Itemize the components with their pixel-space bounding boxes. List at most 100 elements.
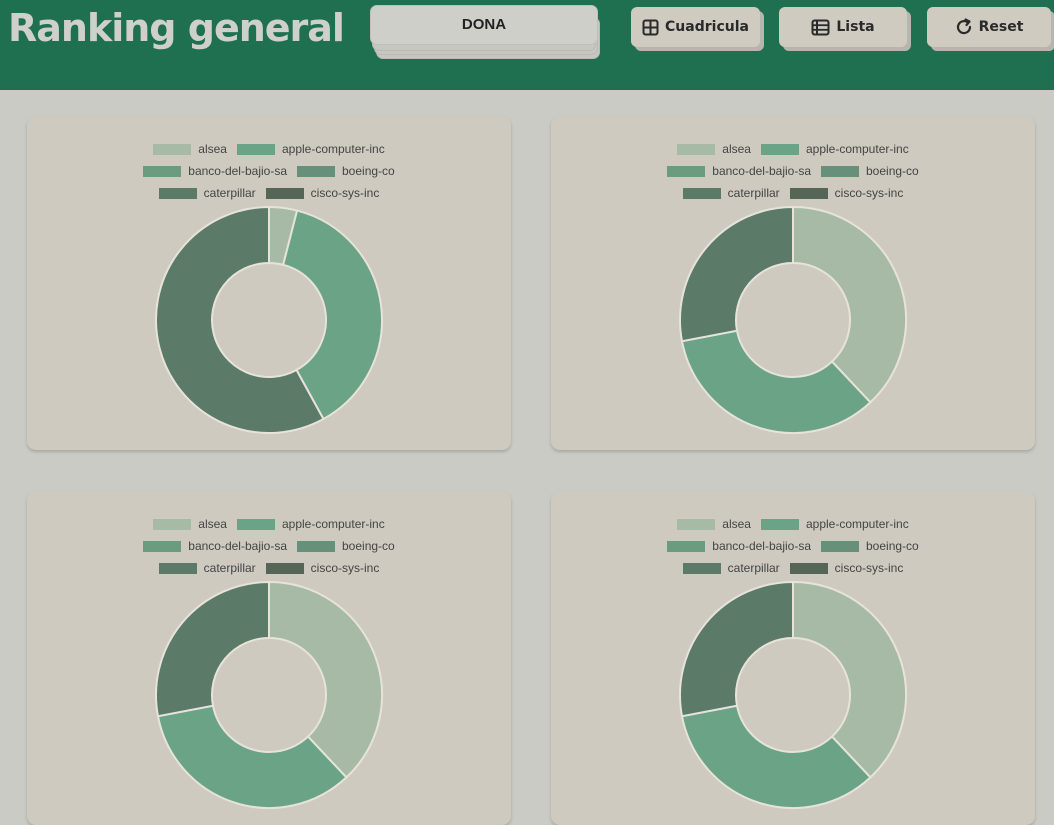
legend-swatch xyxy=(760,518,799,530)
legend-item[interactable]: apple-computer-inc xyxy=(236,517,385,531)
legend-swatch xyxy=(153,518,192,530)
donut-slice-alsea[interactable] xyxy=(268,580,383,779)
legend-item[interactable]: banco-del-bajio-sa xyxy=(143,164,287,178)
legend-label: banco-del-bajio-sa xyxy=(712,539,811,553)
legend-label: banco-del-bajio-sa xyxy=(712,164,811,178)
legend-label: caterpillar xyxy=(203,186,256,200)
donut-slice-apple-computer-inc[interactable] xyxy=(156,704,348,809)
donut-chart xyxy=(155,205,383,434)
donut-chart xyxy=(679,205,907,434)
legend-label: apple-computer-inc xyxy=(281,517,385,531)
legend-label: apple-computer-inc xyxy=(805,142,909,156)
donut-slice-caterpillar[interactable] xyxy=(679,580,794,718)
grid-view-label: Cuadricula xyxy=(665,19,749,35)
legend-item[interactable]: boeing-co xyxy=(297,164,395,178)
legend-item[interactable]: caterpillar xyxy=(158,561,256,575)
legend-label: alsea xyxy=(722,142,751,156)
legend-swatch xyxy=(153,143,192,155)
legend-item[interactable]: banco-del-bajio-sa xyxy=(667,539,811,553)
legend-item[interactable]: boeing-co xyxy=(821,164,919,178)
donut-chart xyxy=(155,580,383,809)
legend-item[interactable]: caterpillar xyxy=(682,186,780,200)
legend-label: caterpillar xyxy=(727,561,780,575)
legend-label: caterpillar xyxy=(727,186,780,200)
legend-item[interactable]: boeing-co xyxy=(297,539,395,553)
legend-swatch xyxy=(265,562,304,574)
legend-swatch xyxy=(265,187,304,199)
legend-label: boeing-co xyxy=(866,164,919,178)
legend-item[interactable]: caterpillar xyxy=(682,561,780,575)
donut-slice-apple-computer-inc[interactable] xyxy=(680,704,872,809)
list-view-label: Lista xyxy=(836,19,875,35)
legend-label: apple-computer-inc xyxy=(805,517,909,531)
list-view-button[interactable]: Lista xyxy=(779,7,911,51)
legend-swatch xyxy=(236,143,275,155)
chart-card: alsea apple-computer-inc banco-del-bajio… xyxy=(27,116,511,450)
legend-swatch xyxy=(760,143,799,155)
legend-label: banco-del-bajio-sa xyxy=(188,164,287,178)
donut-slice-apple-computer-inc[interactable] xyxy=(680,329,872,434)
legend-label: cisco-sys-inc xyxy=(834,186,904,200)
legend-swatch xyxy=(297,165,335,177)
header-bar: Ranking general DONA Cuadricula Lista Re… xyxy=(0,0,1054,90)
legend-item[interactable]: alsea xyxy=(153,517,227,531)
donut-slice-caterpillar[interactable] xyxy=(155,580,270,718)
legend-item[interactable]: apple-computer-inc xyxy=(760,142,909,156)
legend-label: cisco-sys-inc xyxy=(310,561,380,575)
reset-label: Reset xyxy=(978,19,1024,35)
legend-swatch xyxy=(682,187,721,199)
chart-legend: alsea apple-computer-inc banco-del-bajio… xyxy=(551,513,1035,579)
legend-item[interactable]: cisco-sys-inc xyxy=(265,561,380,575)
legend-item[interactable]: boeing-co xyxy=(821,539,919,553)
legend-swatch xyxy=(667,165,706,177)
legend-label: cisco-sys-inc xyxy=(834,561,904,575)
chart-type-select[interactable]: DONA xyxy=(370,5,598,45)
legend-swatch xyxy=(143,540,182,552)
legend-item[interactable]: banco-del-bajio-sa xyxy=(143,539,287,553)
grid-view-button[interactable]: Cuadricula xyxy=(631,7,764,51)
legend-item[interactable]: banco-del-bajio-sa xyxy=(667,164,811,178)
legend-swatch xyxy=(143,165,182,177)
legend-item[interactable]: cisco-sys-inc xyxy=(789,561,904,575)
legend-label: caterpillar xyxy=(203,561,256,575)
chart-card: alsea apple-computer-inc banco-del-bajio… xyxy=(27,491,511,825)
legend-label: boeing-co xyxy=(342,539,395,553)
legend-swatch xyxy=(789,562,828,574)
donut-chart xyxy=(679,580,907,809)
chart-legend: alsea apple-computer-inc banco-del-bajio… xyxy=(27,513,511,579)
legend-item[interactable]: alsea xyxy=(677,142,751,156)
donut-slice-caterpillar[interactable] xyxy=(679,205,794,343)
legend-label: boeing-co xyxy=(866,539,919,553)
legend-item[interactable]: apple-computer-inc xyxy=(236,142,385,156)
legend-swatch xyxy=(158,187,197,199)
legend-swatch xyxy=(236,518,275,530)
legend-item[interactable]: cisco-sys-inc xyxy=(265,186,380,200)
list-icon xyxy=(811,19,830,36)
legend-swatch xyxy=(677,518,716,530)
legend-swatch xyxy=(682,562,721,574)
chart-legend: alsea apple-computer-inc banco-del-bajio… xyxy=(27,138,511,204)
reset-icon xyxy=(955,18,973,36)
legend-swatch xyxy=(297,540,335,552)
legend-label: apple-computer-inc xyxy=(281,142,385,156)
legend-swatch xyxy=(158,562,197,574)
page-title: Ranking general xyxy=(8,6,345,50)
legend-item[interactable]: cisco-sys-inc xyxy=(789,186,904,200)
donut-slice-alsea[interactable] xyxy=(792,580,907,779)
legend-label: alsea xyxy=(722,517,751,531)
chart-card: alsea apple-computer-inc banco-del-bajio… xyxy=(551,491,1035,825)
reset-button[interactable]: Reset xyxy=(927,7,1054,51)
legend-swatch xyxy=(821,165,859,177)
legend-item[interactable]: apple-computer-inc xyxy=(760,517,909,531)
legend-item[interactable]: alsea xyxy=(677,517,751,531)
legend-item[interactable]: caterpillar xyxy=(158,186,256,200)
donut-slice-alsea[interactable] xyxy=(792,205,907,404)
chart-card: alsea apple-computer-inc banco-del-bajio… xyxy=(551,116,1035,450)
chart-type-select-wrapper: DONA xyxy=(370,5,600,59)
legend-item[interactable]: alsea xyxy=(153,142,227,156)
grid-icon xyxy=(642,19,659,36)
legend-label: alsea xyxy=(198,517,227,531)
legend-label: cisco-sys-inc xyxy=(310,186,380,200)
legend-swatch xyxy=(677,143,716,155)
legend-swatch xyxy=(667,540,706,552)
